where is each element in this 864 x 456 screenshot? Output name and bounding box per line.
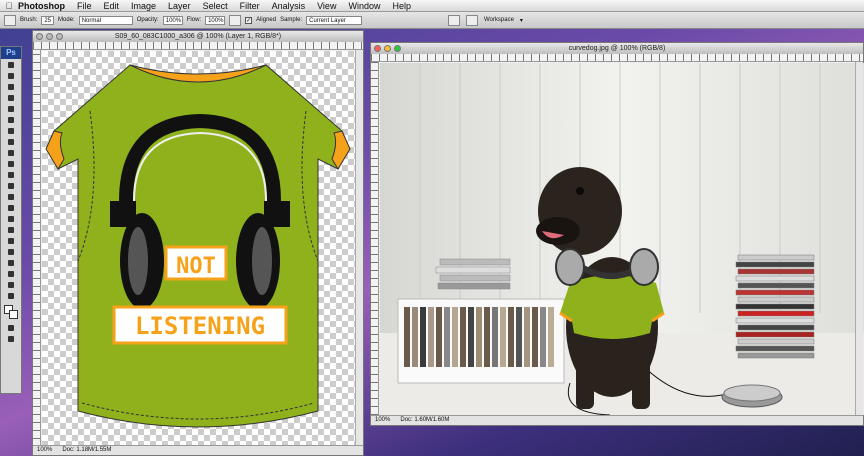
canvas[interactable] xyxy=(380,63,864,415)
close-button[interactable] xyxy=(374,45,381,52)
shape-tool-icon[interactable] xyxy=(6,247,16,257)
zoom-level[interactable]: 100% xyxy=(375,416,390,425)
horizontal-ruler[interactable] xyxy=(33,42,363,50)
zoom-button[interactable] xyxy=(56,33,63,40)
options-bar: Brush: 25 Mode: Normal Opacity: 100% Flo… xyxy=(0,12,864,29)
aligned-checkbox[interactable]: ✓ xyxy=(245,16,253,24)
minimize-button[interactable] xyxy=(46,33,53,40)
type-tool-icon[interactable] xyxy=(6,225,16,235)
sample-select[interactable]: Current Layer xyxy=(306,15,363,25)
mode-label: Mode: xyxy=(58,17,75,23)
vertical-scrollbar[interactable] xyxy=(355,50,363,447)
bridge-icon[interactable] xyxy=(466,14,478,26)
notes-tool-icon[interactable] xyxy=(6,258,16,268)
opacity-field[interactable]: 100% xyxy=(162,15,183,25)
lasso-tool-icon[interactable] xyxy=(6,82,16,92)
doc-size: Doc: 1.60M/1.60M xyxy=(400,417,450,423)
dodge-tool-icon[interactable] xyxy=(6,203,16,213)
shirt-text-not: NOT xyxy=(176,254,216,279)
status-bar: 100% Doc: 1.18M/1.55M xyxy=(33,445,363,455)
healing-brush-tool-icon[interactable] xyxy=(6,126,16,136)
tools-panel: Ps xyxy=(0,46,22,394)
aligned-label: Aligned xyxy=(256,17,277,23)
vertical-ruler[interactable] xyxy=(371,62,379,415)
brush-size-picker[interactable]: 25 xyxy=(41,15,55,25)
menu-layer[interactable]: Layer xyxy=(168,1,191,11)
tshirt-artwork: NOT LISTENING xyxy=(45,64,351,428)
slice-tool-icon[interactable] xyxy=(6,115,16,125)
sample-label: Sample: xyxy=(280,17,303,23)
airbrush-icon[interactable] xyxy=(229,14,242,26)
move-tool-icon[interactable] xyxy=(6,60,16,70)
close-button[interactable] xyxy=(36,33,43,40)
menu-view[interactable]: View xyxy=(317,1,336,11)
crop-tool-icon[interactable] xyxy=(6,104,16,114)
workspace-group: Workspace ▾ xyxy=(448,14,523,26)
workspace-menu[interactable]: Workspace xyxy=(484,17,514,23)
mode-select[interactable]: Normal xyxy=(78,15,133,25)
window-titlebar[interactable]: S09_60_083C1000_a306 @ 100% (Layer 1, RG… xyxy=(33,31,363,42)
menu-window[interactable]: Window xyxy=(348,1,380,11)
canvas[interactable]: NOT LISTENING xyxy=(42,51,355,447)
menu-analysis[interactable]: Analysis xyxy=(272,1,306,11)
document-title: S09_60_083C1000_a306 @ 100% (Layer 1, RG… xyxy=(114,33,282,40)
minimize-button[interactable] xyxy=(384,45,391,52)
zoom-level[interactable]: 100% xyxy=(37,446,52,455)
horizontal-ruler[interactable] xyxy=(371,54,863,62)
color-swatches[interactable] xyxy=(4,305,18,319)
zoom-button[interactable] xyxy=(394,45,401,52)
clone-stamp-tool-icon[interactable] xyxy=(6,148,16,158)
flow-field[interactable]: 100% xyxy=(205,15,226,25)
opacity-label: Opacity: xyxy=(136,17,159,23)
menu-file[interactable]: File xyxy=(77,1,92,11)
menu-help[interactable]: Help xyxy=(392,1,411,11)
dog-photo xyxy=(380,63,864,415)
menu-select[interactable]: Select xyxy=(203,1,228,11)
status-bar: 100% Doc: 1.60M/1.60M xyxy=(371,415,863,425)
blur-tool-icon[interactable] xyxy=(6,192,16,202)
vertical-ruler[interactable] xyxy=(33,50,41,447)
window-titlebar[interactable]: curvedog.jpg @ 100% (RGB/8) xyxy=(371,43,863,54)
quick-mask-icon[interactable] xyxy=(6,323,16,333)
brush-label: Brush: xyxy=(20,17,38,23)
shirt-text-listening: LISTENING xyxy=(135,312,265,340)
eraser-tool-icon[interactable] xyxy=(6,170,16,180)
ps-logo: Ps xyxy=(1,47,21,59)
pen-tool-icon[interactable] xyxy=(6,214,16,224)
clone-stamp-tool-icon[interactable] xyxy=(4,14,16,26)
path-selection-tool-icon[interactable] xyxy=(6,236,16,246)
apple-icon[interactable]:  xyxy=(0,1,18,11)
gradient-tool-icon[interactable] xyxy=(6,181,16,191)
app-menu[interactable]: Photoshop xyxy=(18,1,65,11)
flow-label: Flow: xyxy=(186,17,202,23)
palette-well-icon[interactable] xyxy=(448,14,460,26)
menu-edit[interactable]: Edit xyxy=(104,1,120,11)
menu-bar:  Photoshop File Edit Image Layer Select… xyxy=(0,0,864,12)
vertical-scrollbar[interactable] xyxy=(855,62,863,415)
screen-mode-icon[interactable] xyxy=(6,334,16,344)
window-controls xyxy=(36,33,63,40)
document-window-shirt: S09_60_083C1000_a306 @ 100% (Layer 1, RG… xyxy=(32,30,364,456)
menu-image[interactable]: Image xyxy=(131,1,156,11)
eyedropper-tool-icon[interactable] xyxy=(6,269,16,279)
magic-wand-tool-icon[interactable] xyxy=(6,93,16,103)
window-controls xyxy=(374,45,401,52)
doc-size: Doc: 1.18M/1.55M xyxy=(62,447,112,453)
document-window-dog: curvedog.jpg @ 100% (RGB/8) 100% Doc: 1.… xyxy=(370,42,864,426)
hand-tool-icon[interactable] xyxy=(6,280,16,290)
zoom-tool-icon[interactable] xyxy=(6,291,16,301)
document-title: curvedog.jpg @ 100% (RGB/8) xyxy=(568,45,666,52)
menu-filter[interactable]: Filter xyxy=(240,1,260,11)
brush-tool-icon[interactable] xyxy=(6,137,16,147)
chevron-down-icon[interactable]: ▾ xyxy=(520,17,523,24)
history-brush-tool-icon[interactable] xyxy=(6,159,16,169)
marquee-tool-icon[interactable] xyxy=(6,71,16,81)
